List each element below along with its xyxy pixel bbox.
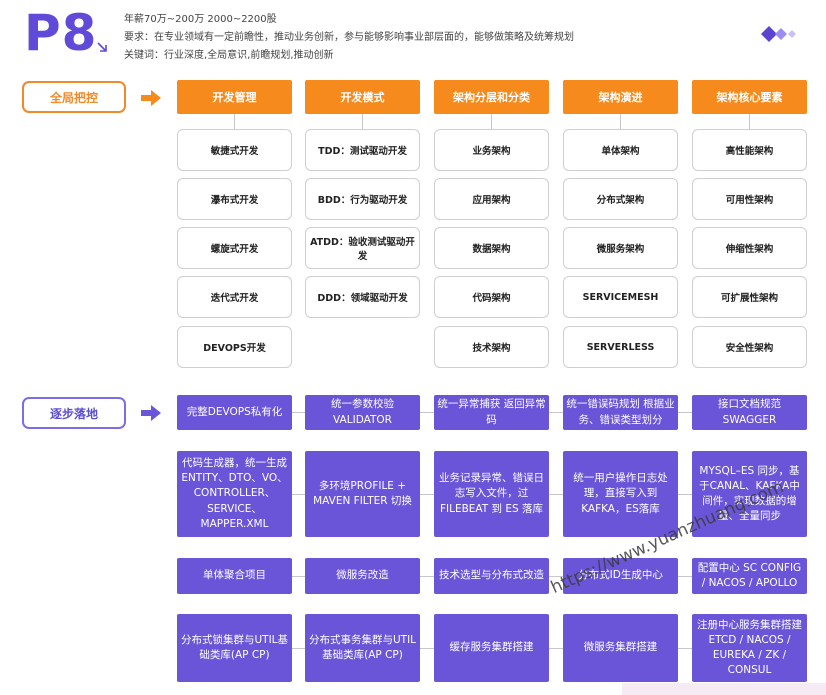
task-box: 统一用户操作日志处理，直接写入到KAFKA，ES落库 xyxy=(563,451,678,537)
task-box: 统一错误码规划 根据业务、错误类型划分 xyxy=(563,395,678,430)
connector-line xyxy=(749,114,750,129)
list-item: BDD：行为驱动开发 xyxy=(305,178,420,220)
list-item: 敏捷式开发 xyxy=(177,129,292,171)
connector-line xyxy=(491,114,492,129)
keywords-text: 关键词：行业深度,全局意识,前瞻规划,推动创新 xyxy=(124,50,334,61)
list-item: 高性能架构 xyxy=(692,129,807,171)
connector-line xyxy=(420,576,434,577)
list-item: 微服务架构 xyxy=(563,227,678,269)
connector-line xyxy=(362,114,363,129)
connector-line xyxy=(678,494,692,495)
task-box: 业务记录异常、错误日志写入文件，过FILEBEAT 到 ES 落库 xyxy=(434,451,549,537)
list-item: 可扩展性架构 xyxy=(692,276,807,318)
connector-line xyxy=(549,494,563,495)
connector-line xyxy=(420,412,434,413)
column-header: 开发模式 xyxy=(305,80,420,114)
list-item: 单体架构 xyxy=(563,129,678,171)
list-item: DDD：领域驱动开发 xyxy=(305,276,420,318)
list-item: 应用架构 xyxy=(434,178,549,220)
task-box: 代码生成器，统一生成ENTITY、DTO、VO、CONTROLLER、SERVI… xyxy=(177,451,292,537)
list-item: 分布式架构 xyxy=(563,178,678,220)
connector-line xyxy=(620,114,621,129)
task-box: 微服务改造 xyxy=(305,558,420,594)
task-box: 统一参数校验 VALIDATOR xyxy=(305,395,420,430)
section-landing-label: 逐步落地 xyxy=(22,397,126,429)
task-box: 分布式事务集群与UTIL基础类库(AP CP) xyxy=(305,614,420,682)
list-item: 数据架构 xyxy=(434,227,549,269)
bottom-band xyxy=(622,683,826,695)
requirement-text: 要求：在专业领域有一定前瞻性，推动业务创新，参与能够影响事业部层面的，能够做策略… xyxy=(124,32,574,43)
list-item: 代码架构 xyxy=(434,276,549,318)
connector-line xyxy=(678,412,692,413)
list-item: 瀑布式开发 xyxy=(177,178,292,220)
connector-line xyxy=(292,412,305,413)
list-item: 业务架构 xyxy=(434,129,549,171)
list-item: 迭代式开发 xyxy=(177,276,292,318)
page-title: P8 xyxy=(24,4,98,62)
task-box: 单体聚合项目 xyxy=(177,558,292,594)
task-box: 接口文档规范 SWAGGER xyxy=(692,395,807,430)
task-box: 技术选型与分布式改造 xyxy=(434,558,549,594)
connector-line xyxy=(678,648,692,649)
connector-line xyxy=(292,576,305,577)
connector-line xyxy=(292,648,305,649)
task-box: 多环境PROFILE + MAVEN FILTER 切换 xyxy=(305,451,420,537)
column-header: 架构核心要素 xyxy=(692,80,807,114)
connector-line xyxy=(549,648,563,649)
list-item: 螺旋式开发 xyxy=(177,227,292,269)
column-header: 架构演进 xyxy=(563,80,678,114)
diamond-logo-icon xyxy=(761,26,796,42)
task-box: 微服务集群搭建 xyxy=(563,614,678,682)
salary-text: 年薪70万~200万 2000~2200股 xyxy=(124,14,277,25)
list-item: DEVOPS开发 xyxy=(177,326,292,368)
arrow-corner-icon xyxy=(97,42,107,52)
column-header: 架构分层和分类 xyxy=(434,80,549,114)
task-box: 缓存服务集群搭建 xyxy=(434,614,549,682)
column-header: 开发管理 xyxy=(177,80,292,114)
list-item: SERVICEMESH xyxy=(563,276,678,318)
connector-line xyxy=(678,576,692,577)
connector-line xyxy=(549,412,563,413)
section-global-label: 全局把控 xyxy=(22,81,126,113)
connector-line xyxy=(420,494,434,495)
list-item: ATDD：验收测试驱动开发 xyxy=(305,227,420,269)
list-item: SERVERLESS xyxy=(563,326,678,368)
task-box: 注册中心服务集群搭建 ETCD / NACOS / EUREKA / ZK / … xyxy=(692,614,807,682)
list-item: 技术架构 xyxy=(434,326,549,368)
list-item: 可用性架构 xyxy=(692,178,807,220)
connector-line xyxy=(234,114,235,129)
connector-line xyxy=(420,648,434,649)
task-box: 配置中心 SC CONFIG / NACOS / APOLLO xyxy=(692,558,807,594)
list-item: 伸缩性架构 xyxy=(692,227,807,269)
arrow-right-icon xyxy=(141,90,161,106)
list-item: TDD：测试驱动开发 xyxy=(305,129,420,171)
arrow-right-icon xyxy=(141,405,161,421)
task-box: 统一异常捕获 返回异常码 xyxy=(434,395,549,430)
task-box: 分布式锁集群与UTIL基础类库(AP CP) xyxy=(177,614,292,682)
list-item: 安全性架构 xyxy=(692,326,807,368)
task-box: 完整DEVOPS私有化 xyxy=(177,395,292,430)
connector-line xyxy=(292,494,305,495)
